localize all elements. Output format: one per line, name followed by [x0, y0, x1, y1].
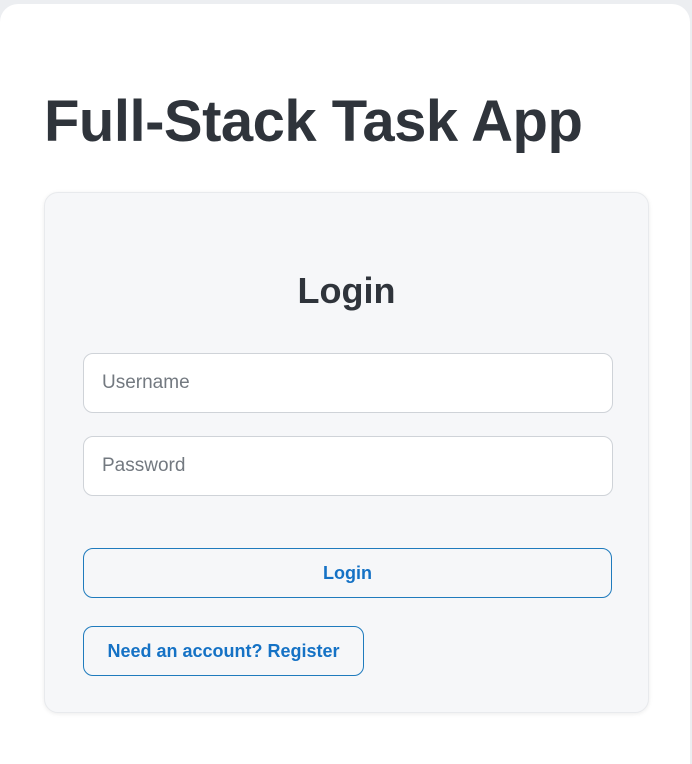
- app-title: Full-Stack Task App: [44, 89, 583, 154]
- username-input[interactable]: [83, 353, 613, 413]
- login-button[interactable]: Login: [83, 548, 612, 598]
- login-heading: Login: [297, 270, 396, 311]
- register-link-button[interactable]: Need an account? Register: [83, 626, 364, 676]
- app-window: Full-Stack Task App Login Login Need an …: [0, 4, 690, 764]
- password-input[interactable]: [83, 436, 613, 496]
- login-card: Login Login Need an account? Register: [44, 192, 649, 713]
